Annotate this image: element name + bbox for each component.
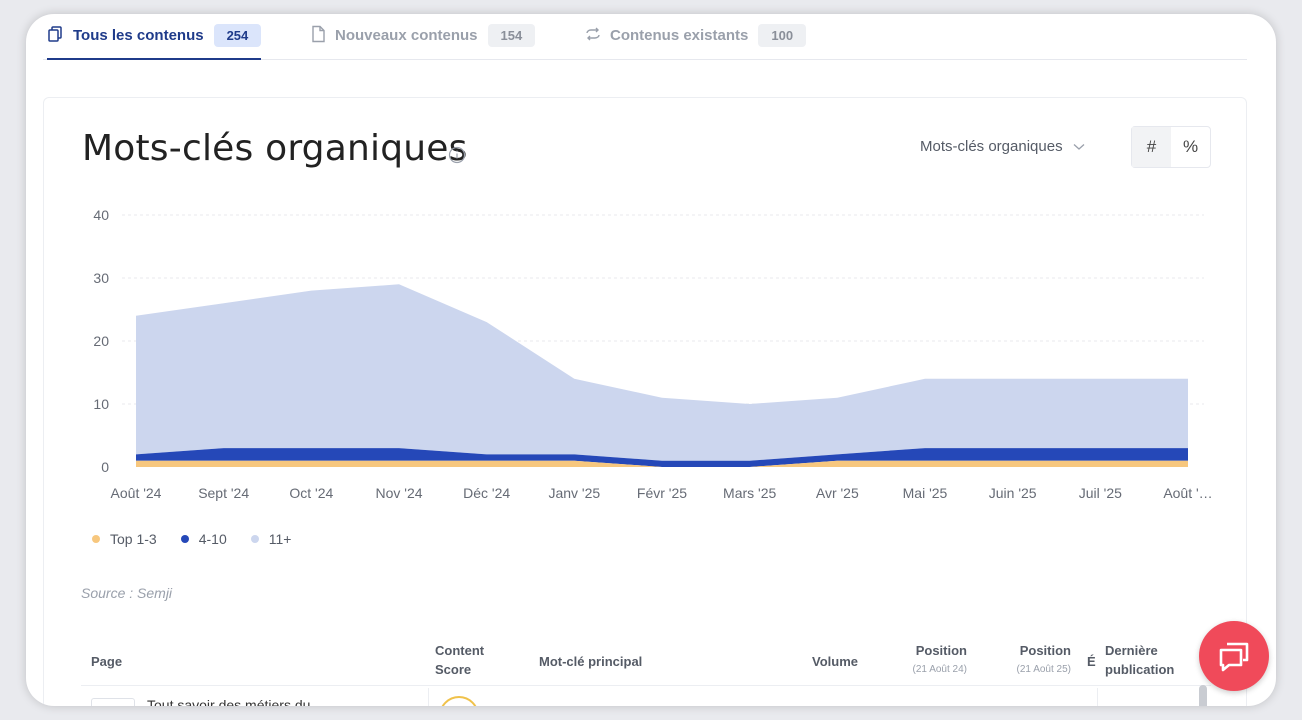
tab-all-content[interactable]: Tous les contenus 254 <box>47 24 262 60</box>
legend-dot-4-10 <box>180 535 189 543</box>
value-mode-toggle: # % <box>1131 126 1211 168</box>
header-position-end-label: Position <box>1019 643 1071 658</box>
tab-new-content[interactable]: Nouveaux contenus 154 <box>309 24 536 60</box>
x-tick-label: Juin '25 <box>989 485 1037 501</box>
chevron-down-icon <box>1073 143 1085 150</box>
info-icon[interactable] <box>448 146 466 164</box>
legend-dot-11-plus <box>250 535 259 543</box>
y-tick-label: 0 <box>101 459 109 475</box>
metric-dropdown-label: Mots-clés organiques <box>920 138 1063 155</box>
x-tick-label: Janv '25 <box>548 485 600 501</box>
tab-existing-content[interactable]: Contenus existants 100 <box>584 24 807 60</box>
column-divider <box>1097 688 1098 706</box>
page-thumbnail <box>91 698 135 706</box>
x-tick-label: Oct '24 <box>289 485 333 501</box>
legend-label-4-10: 4-10 <box>198 531 227 547</box>
area-series-11[interactable] <box>136 284 1188 461</box>
y-tick-label: 30 <box>93 270 109 286</box>
tab-existing-content-label: Contenus existants <box>610 27 749 44</box>
tab-existing-content-count: 100 <box>758 24 807 47</box>
file-icon <box>312 25 325 43</box>
x-tick-label: Févr '25 <box>637 485 687 501</box>
x-tick-label: Avr '25 <box>816 485 859 501</box>
refresh-icon <box>586 27 600 41</box>
table-scrollbar[interactable] <box>1199 685 1207 706</box>
chart-legend: Top 1-3 4-10 11+ <box>92 531 315 547</box>
organic-keywords-card: Mots-clés organiques Mots-clés organique… <box>43 97 1247 706</box>
x-tick-label: Sept '24 <box>198 485 249 501</box>
header-content-score[interactable]: Content Score <box>435 641 505 679</box>
content-tabs: Tous les contenus 254 Nouveaux contenus … <box>43 14 1247 60</box>
x-tick-label: Mars '25 <box>723 485 776 501</box>
card-title: Mots-clés organiques <box>82 128 468 169</box>
chat-icon <box>1219 642 1249 672</box>
header-last-publication[interactable]: Dernière publication <box>1105 641 1185 679</box>
table-header: Page Content Score Mot-clé principal Vol… <box>81 634 1211 686</box>
legend-dot-top-1-3 <box>92 535 100 543</box>
header-position-start[interactable]: Position (21 Août 24) <box>901 641 967 679</box>
chat-button[interactable] <box>1199 621 1269 691</box>
x-tick-label: Déc '24 <box>463 485 510 501</box>
percent-mode-button[interactable]: % <box>1171 127 1210 167</box>
count-mode-button[interactable]: # <box>1132 127 1171 167</box>
app-window: Tous les contenus 254 Nouveaux contenus … <box>26 14 1276 706</box>
x-tick-label: Août '24 <box>111 485 162 501</box>
x-tick-label: Nov '24 <box>375 485 422 501</box>
legend-label-top-1-3: Top 1-3 <box>110 531 157 547</box>
header-page[interactable]: Page <box>91 652 122 671</box>
tab-all-content-label: Tous les contenus <box>73 27 204 44</box>
organic-keywords-chart: 0 10 20 30 40 Août '24 Sept '24 Oct '24 Nov '24 D… <box>93 207 1212 501</box>
content-score-gauge <box>439 696 479 706</box>
tab-new-content-label: Nouveaux contenus <box>335 27 478 44</box>
y-tick-label: 10 <box>93 396 109 412</box>
page-title-cell[interactable]: Tout savoir des métiers du <box>147 697 310 706</box>
x-tick-label: Mai '25 <box>903 485 948 501</box>
x-tick-label: Août '… <box>1163 485 1212 501</box>
copy-icon <box>48 26 62 42</box>
header-evolution[interactable]: É <box>1087 652 1096 671</box>
data-source: Source : Semji <box>81 585 173 601</box>
header-position-start-date: (21 Août 24) <box>912 664 967 675</box>
legend-item-top-1-3[interactable]: Top 1-3 <box>92 531 157 547</box>
metric-dropdown[interactable]: Mots-clés organiques <box>920 138 1085 155</box>
tab-new-content-count: 154 <box>487 24 536 47</box>
header-position-start-label: Position <box>915 643 967 658</box>
column-divider <box>428 688 429 706</box>
y-tick-label: 20 <box>93 333 109 349</box>
legend-item-4-10[interactable]: 4-10 <box>180 531 227 547</box>
header-position-end-date: (21 Août 25) <box>1016 664 1071 675</box>
header-main-keyword[interactable]: Mot-clé principal <box>539 652 642 671</box>
x-tick-label: Juil '25 <box>1079 485 1122 501</box>
legend-item-11-plus[interactable]: 11+ <box>250 531 292 547</box>
y-tick-label: 40 <box>93 207 109 223</box>
legend-label-11-plus: 11+ <box>268 531 292 547</box>
tab-all-content-count: 254 <box>213 24 262 47</box>
header-volume[interactable]: Volume <box>812 652 858 671</box>
header-position-end[interactable]: Position (21 Août 25) <box>1005 641 1071 679</box>
